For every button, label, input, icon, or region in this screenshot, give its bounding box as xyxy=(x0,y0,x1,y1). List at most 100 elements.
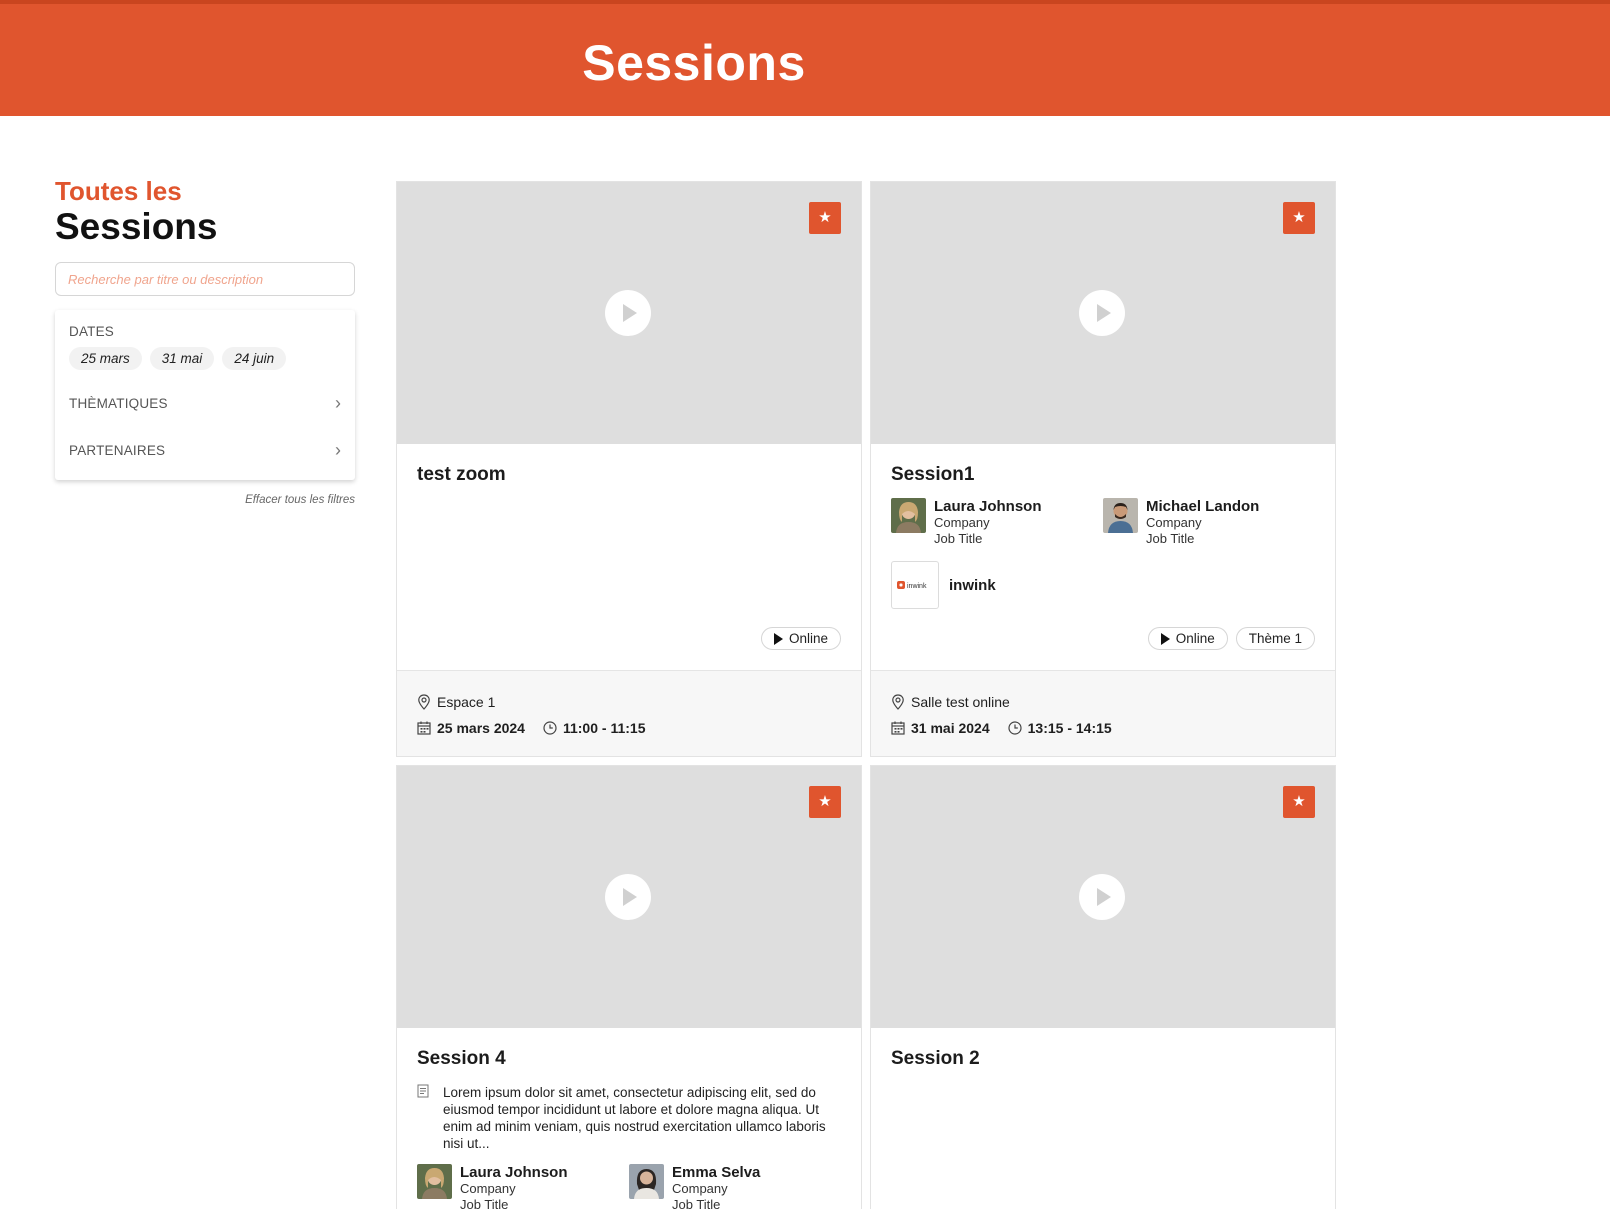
session-media[interactable]: ★ xyxy=(871,182,1335,444)
session-card[interactable]: ★ test zoom Online Espace 1 25 mars 2024… xyxy=(396,181,862,757)
star-icon[interactable]: ★ xyxy=(1283,786,1315,818)
badge-label: Thème 1 xyxy=(1248,631,1302,646)
speaker-name: Laura Johnson xyxy=(934,498,1042,515)
session-location: Salle test online xyxy=(911,694,1010,710)
speaker-name: Laura Johnson xyxy=(460,1164,568,1181)
location-pin-icon xyxy=(891,694,905,710)
speaker-list: Laura Johnson Company Job Title Michael … xyxy=(891,498,1315,547)
filter-partenaires[interactable]: PARTENAIRES › xyxy=(69,427,341,474)
clock-icon xyxy=(543,721,557,735)
location-pin-icon xyxy=(417,694,431,710)
avatar xyxy=(417,1164,452,1199)
speaker-company: Company xyxy=(934,515,990,530)
speaker[interactable]: Michael Landon Company Job Title xyxy=(1103,498,1315,547)
speaker-name: Michael Landon xyxy=(1146,498,1260,515)
dates-label: DATES xyxy=(69,324,115,339)
session-card[interactable]: ★ Session1 Laura Johnson Company Job Tit… xyxy=(870,181,1336,757)
speaker-job: Job Title xyxy=(672,1197,721,1209)
datetime-row: 31 mai 2024 13:15 - 14:15 xyxy=(891,715,1315,741)
sidebar-title: Sessions xyxy=(55,206,218,247)
chevron-right-icon: › xyxy=(335,393,341,413)
play-icon[interactable] xyxy=(1079,290,1125,336)
speaker[interactable]: Emma Selva Company Job Title xyxy=(629,1164,841,1209)
document-icon xyxy=(417,1084,429,1098)
session-location: Espace 1 xyxy=(437,694,496,710)
session-description: Lorem ipsum dolor sit amet, consectetur … xyxy=(417,1084,841,1152)
partner[interactable]: inwink inwink xyxy=(891,561,1315,609)
avatar xyxy=(629,1164,664,1199)
avatar xyxy=(891,498,926,533)
session-badges: Online xyxy=(760,627,841,650)
partenaires-label: PARTENAIRES xyxy=(69,443,166,458)
session-footer: Salle test online 31 mai 2024 13:15 - 14… xyxy=(871,670,1335,756)
session-body: Session 2 xyxy=(871,1028,1335,1070)
speaker-job: Job Title xyxy=(1146,531,1195,546)
session-card[interactable]: ★ Session 4 Lorem ipsum dolor sit amet, … xyxy=(396,765,862,1209)
play-icon[interactable] xyxy=(605,874,651,920)
filter-panel: DATES 25 mars 31 mai 24 juin THÈMATIQUES… xyxy=(55,310,355,480)
session-title[interactable]: Session1 xyxy=(891,464,1315,486)
session-body: test zoom xyxy=(397,444,861,486)
location-row: Salle test online xyxy=(891,689,1315,715)
location-row: Espace 1 xyxy=(417,689,841,715)
session-time: 11:00 - 11:15 xyxy=(562,720,646,736)
partner-name: inwink xyxy=(949,576,996,594)
page-title: Sessions xyxy=(582,35,806,91)
calendar-icon xyxy=(891,721,905,735)
speaker-company: Company xyxy=(460,1181,516,1196)
date-chip[interactable]: 24 juin xyxy=(222,347,287,370)
play-icon xyxy=(773,632,783,645)
badge-label: Online xyxy=(1175,631,1215,646)
session-title[interactable]: Session 2 xyxy=(891,1048,1315,1070)
star-icon[interactable]: ★ xyxy=(809,786,841,818)
svg-text:inwink: inwink xyxy=(907,583,927,590)
clear-filters-link[interactable]: Effacer tous les filtres xyxy=(55,494,355,506)
partner-logo: inwink xyxy=(891,561,939,609)
speaker-job: Job Title xyxy=(934,531,983,546)
datetime-row: 25 mars 2024 11:00 - 11:15 xyxy=(417,715,841,741)
theme-badge[interactable]: Thème 1 xyxy=(1235,627,1315,650)
thematiques-label: THÈMATIQUES xyxy=(69,396,168,411)
star-icon[interactable]: ★ xyxy=(809,202,841,234)
session-title[interactable]: Session 4 xyxy=(417,1048,841,1070)
session-time: 13:15 - 14:15 xyxy=(1027,720,1112,736)
description-text: Lorem ipsum dolor sit amet, consectetur … xyxy=(443,1085,826,1151)
speaker-list: Laura Johnson Company Job Title Emma Sel… xyxy=(417,1164,841,1209)
filter-thematiques[interactable]: THÈMATIQUES › xyxy=(69,380,341,427)
speaker[interactable]: Laura Johnson Company Job Title xyxy=(417,1164,629,1209)
session-media[interactable]: ★ xyxy=(397,766,861,1028)
session-footer: Espace 1 25 mars 2024 11:00 - 11:15 xyxy=(397,670,861,756)
filter-sidebar: Toutes les Sessions DATES 25 mars 31 mai… xyxy=(55,176,355,506)
session-media[interactable]: ★ xyxy=(397,182,861,444)
avatar xyxy=(1103,498,1138,533)
session-date: 31 mai 2024 xyxy=(911,720,990,736)
sidebar-kicker: Toutes les xyxy=(55,176,182,206)
speaker-job: Job Title xyxy=(460,1197,509,1209)
session-media[interactable]: ★ xyxy=(871,766,1335,1028)
speaker-company: Company xyxy=(672,1181,728,1196)
speaker-company: Company xyxy=(1146,515,1202,530)
star-icon[interactable]: ★ xyxy=(1283,202,1315,234)
play-icon xyxy=(1160,632,1170,645)
session-card[interactable]: ★ Session 2 xyxy=(870,765,1336,1209)
date-chip[interactable]: 31 mai xyxy=(149,347,215,370)
speaker[interactable]: Laura Johnson Company Job Title xyxy=(891,498,1103,547)
badge-label: Online xyxy=(788,631,828,646)
page-header: Sessions xyxy=(0,0,1610,116)
date-chip[interactable]: 25 mars xyxy=(69,347,142,370)
online-badge[interactable]: Online xyxy=(760,627,841,650)
session-date: 25 mars 2024 xyxy=(437,720,525,736)
session-title[interactable]: test zoom xyxy=(417,464,841,486)
chevron-right-icon: › xyxy=(335,440,341,460)
calendar-icon xyxy=(417,721,431,735)
date-chips: 25 mars 31 mai 24 juin xyxy=(69,347,341,370)
play-icon[interactable] xyxy=(1079,874,1125,920)
session-badges: Online Thème 1 xyxy=(1147,627,1315,650)
session-body: Session1 Laura Johnson Company Job Title… xyxy=(871,444,1335,609)
play-icon[interactable] xyxy=(605,290,651,336)
session-body: Session 4 Lorem ipsum dolor sit amet, co… xyxy=(397,1028,861,1209)
clock-icon xyxy=(1008,721,1022,735)
speaker-name: Emma Selva xyxy=(672,1164,761,1181)
online-badge[interactable]: Online xyxy=(1147,627,1228,650)
search-input[interactable] xyxy=(55,262,355,296)
